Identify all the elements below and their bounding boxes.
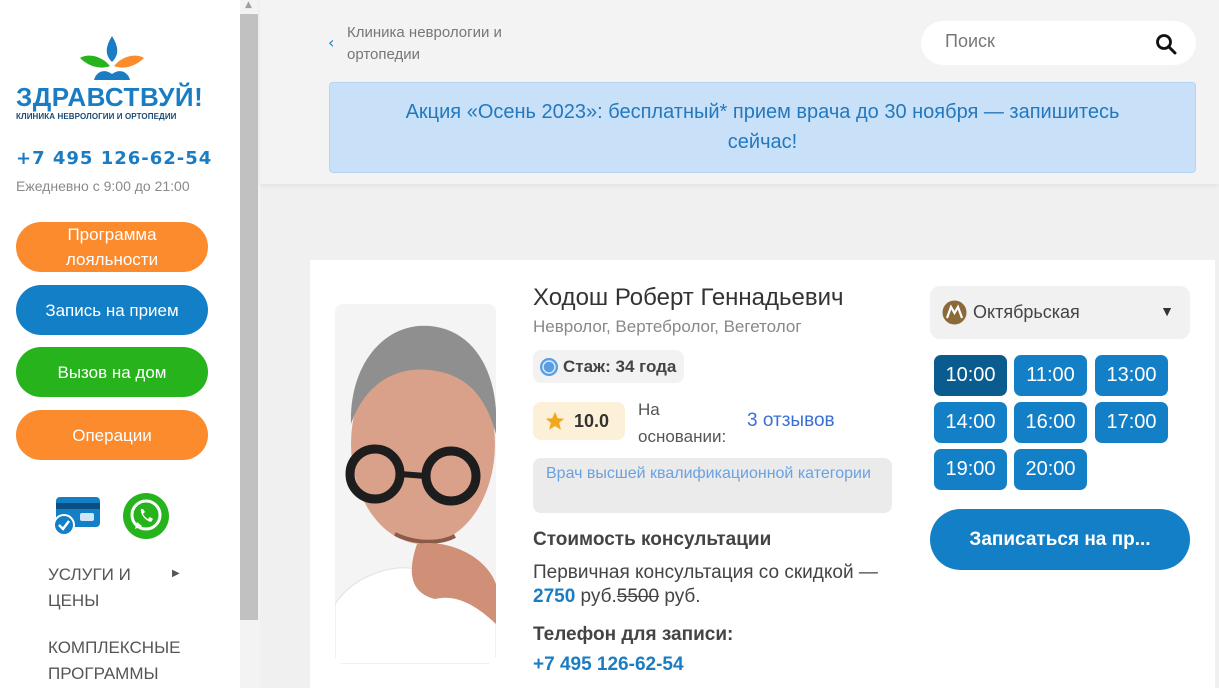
- breadcrumb[interactable]: Клиника неврологии и ортопедии: [347, 22, 547, 66]
- metro-select[interactable]: Октябрьская ▼: [930, 286, 1190, 339]
- logo-title: ЗДРАВСТВУЙ!: [16, 82, 204, 112]
- time-slot[interactable]: 17:00: [1095, 402, 1168, 443]
- sidebar: ЗДРАВСТВУЙ! КЛИНИКА НЕВРОЛОГИИ И ОРТОПЕД…: [0, 0, 240, 688]
- experience-text: Стаж: 34 года: [563, 356, 677, 376]
- dropdown-caret-icon: ▼: [1160, 303, 1174, 319]
- back-chevron-icon[interactable]: ‹: [328, 33, 334, 52]
- verified-badge-icon: [540, 357, 558, 376]
- doctor-photo[interactable]: [335, 304, 496, 664]
- doctor-card: Ходош Роберт Геннадьевич Невролог, Верте…: [310, 260, 1215, 688]
- cost-description: Первичная консультация со скидкой — 2750…: [533, 561, 893, 609]
- sidebar-phone-link[interactable]: +7 495 126-62-54: [16, 148, 212, 169]
- logo-subtitle: КЛИНИКА НЕВРОЛОГИИ И ОРТОПЕДИИ: [16, 112, 177, 121]
- reviews-link[interactable]: 3 отзывов: [747, 410, 835, 432]
- booking-phone-link[interactable]: +7 495 126-62-54: [533, 654, 684, 676]
- cost-title: Стоимость консультации: [533, 529, 772, 550]
- time-slot[interactable]: 20:00: [1014, 449, 1087, 490]
- home-visit-button[interactable]: Вызов на дом: [16, 347, 208, 397]
- qualification-badge: Врач высшей квалификационной категории: [533, 458, 892, 513]
- book-appointment-button[interactable]: Записаться на пр...: [930, 509, 1190, 570]
- payment-card-icon[interactable]: [52, 493, 102, 537]
- phone-title: Телефон для записи:: [533, 624, 734, 645]
- time-slot[interactable]: 14:00: [934, 402, 1007, 443]
- metro-icon: [942, 300, 967, 325]
- clinic-logo[interactable]: ЗДРАВСТВУЙ! КЛИНИКА НЕВРОЛОГИИ И ОРТОПЕД…: [16, 34, 212, 124]
- discount-price-unit: руб.: [575, 586, 617, 607]
- menu-item-programs[interactable]: КОМПЛЕКСНЫЕ ПРОГРАММЫ: [48, 635, 198, 687]
- doctor-specialty: Невролог, Вертебролог, Вегетолог: [533, 317, 802, 336]
- promo-banner[interactable]: Акция «Осень 2023»: бесплатный* прием вр…: [329, 82, 1196, 173]
- rating-badge: 10.0: [533, 402, 625, 440]
- logo-flower-icon: [80, 36, 144, 80]
- star-icon: [545, 411, 565, 430]
- experience-badge: Стаж: 34 года: [533, 350, 685, 383]
- time-slot[interactable]: 13:00: [1095, 355, 1168, 396]
- time-slot[interactable]: 19:00: [934, 449, 1007, 490]
- rating-value: 10.0: [574, 410, 610, 431]
- discount-price: 2750: [533, 586, 576, 607]
- time-slot[interactable]: 11:00: [1014, 355, 1087, 396]
- search-input[interactable]: [945, 31, 1145, 52]
- cost-prefix: Первичная консультация со скидкой —: [533, 562, 878, 583]
- appointment-button[interactable]: Запись на прием: [16, 285, 208, 335]
- sidebar-scrollbar[interactable]: ▲: [240, 0, 260, 688]
- search-icon[interactable]: [1155, 33, 1177, 55]
- main-content: ‹ Клиника неврологии и ортопедии Акция «…: [260, 0, 1219, 688]
- whatsapp-icon[interactable]: [121, 491, 171, 541]
- operations-button[interactable]: Операции: [16, 410, 208, 460]
- metro-name: Октябрьская: [973, 302, 1080, 322]
- loyalty-program-button[interactable]: Программа лояльности: [16, 222, 208, 272]
- chevron-right-icon[interactable]: ▶: [172, 568, 180, 579]
- time-slot[interactable]: 10:00: [934, 355, 1007, 396]
- time-slot[interactable]: 16:00: [1014, 402, 1087, 443]
- menu-item-services[interactable]: УСЛУГИ И ЦЕНЫ: [48, 562, 158, 614]
- search-box[interactable]: [921, 21, 1196, 65]
- scroll-thumb[interactable]: [240, 14, 258, 620]
- doctor-name[interactable]: Ходош Роберт Геннадьевич: [533, 284, 844, 312]
- top-bar: ‹ Клиника неврологии и ортопедии Акция «…: [260, 0, 1219, 184]
- old-price-unit: руб.: [659, 586, 701, 607]
- rating-basis-label: На основании:: [638, 400, 727, 446]
- old-price: 5500: [616, 586, 660, 607]
- working-hours: Ежедневно с 9:00 до 21:00: [16, 178, 190, 194]
- scroll-up-arrow-icon[interactable]: ▲: [245, 0, 252, 10]
